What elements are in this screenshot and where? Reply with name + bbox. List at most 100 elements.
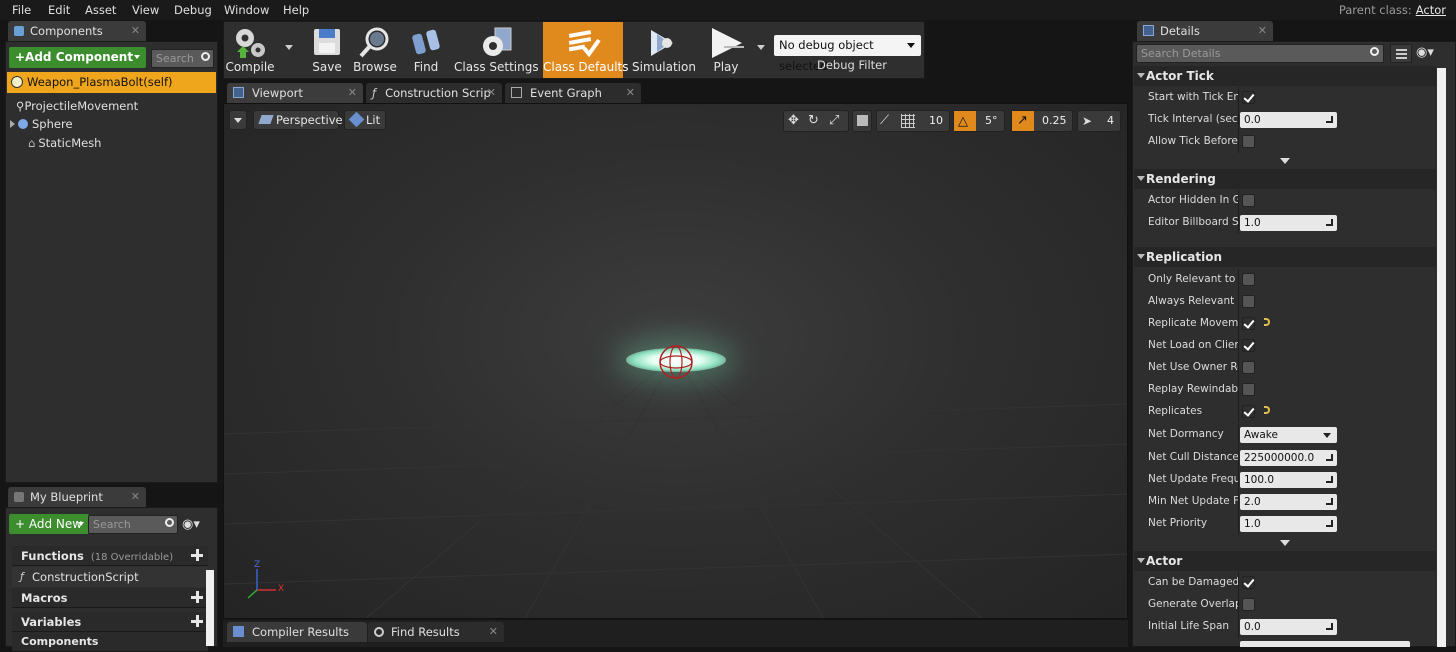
category-components[interactable]: Components — [12, 632, 208, 652]
number-field[interactable]: 2.0 — [1240, 494, 1337, 510]
save-button[interactable]: Save — [303, 22, 351, 78]
section-rendering[interactable]: Rendering — [1134, 169, 1436, 189]
tab-viewport[interactable]: Viewport ✕ — [227, 83, 363, 103]
blueprint-search-input[interactable]: Search — [88, 515, 178, 534]
debug-object-select[interactable]: No debug object selected — [774, 35, 921, 73]
tab-components[interactable]: Components ✕ — [8, 21, 146, 41]
play-options-chevron-icon[interactable] — [757, 45, 765, 50]
rotation-snap-value[interactable]: 5° — [985, 114, 998, 127]
parent-class-link[interactable]: Actor — [1416, 3, 1446, 17]
next-property-field[interactable] — [1240, 641, 1410, 647]
menu-window[interactable]: Window — [224, 3, 269, 17]
visibility-eye-icon[interactable]: ◉▾ — [182, 517, 200, 532]
scale-icon[interactable]: ⤢ — [829, 113, 839, 128]
menu-help[interactable]: Help — [283, 3, 309, 17]
checkbox[interactable] — [1242, 295, 1255, 308]
close-icon[interactable]: ✕ — [131, 487, 140, 507]
tab-find-results[interactable]: Find Results ✕ — [368, 622, 504, 642]
checkbox[interactable] — [1242, 598, 1255, 611]
number-field[interactable]: 1.0 — [1240, 516, 1337, 532]
component-item-projectilemovement[interactable]: ⚲ProjectileMovement — [16, 99, 138, 113]
simulation-button[interactable]: Simulation — [632, 22, 696, 78]
tab-compiler-results[interactable]: Compiler Results — [227, 622, 367, 642]
component-root-row[interactable]: Weapon_PlasmaBolt(self) — [7, 72, 216, 93]
rotate-icon[interactable]: ↻ — [808, 113, 819, 128]
close-icon[interactable]: ✕ — [131, 21, 140, 41]
add-new-button[interactable]: + Add New — [9, 514, 89, 534]
menu-file[interactable]: File — [12, 3, 31, 17]
tab-event-graph[interactable]: Event Graph ✕ — [505, 83, 641, 103]
dormancy-combo[interactable]: Awake — [1240, 427, 1337, 443]
menu-edit[interactable]: Edit — [48, 3, 70, 17]
play-button[interactable]: Play — [700, 22, 752, 78]
advanced-expander-icon[interactable] — [1280, 158, 1290, 164]
section-replication[interactable]: Replication — [1134, 247, 1436, 267]
reset-to-default-icon[interactable] — [1264, 318, 1270, 326]
close-icon[interactable]: ✕ — [487, 83, 496, 103]
advanced-expander-icon[interactable] — [1280, 540, 1290, 546]
number-field[interactable]: 225000000.0 — [1240, 450, 1337, 466]
close-icon[interactable]: ✕ — [489, 622, 498, 642]
compile-options-chevron-icon[interactable] — [285, 45, 293, 50]
checkbox[interactable] — [1242, 135, 1255, 148]
scale-snap-value[interactable]: 0.25 — [1042, 114, 1067, 127]
close-icon[interactable]: ✕ — [1258, 21, 1267, 41]
reset-to-default-icon[interactable] — [1264, 406, 1270, 414]
lit-button[interactable]: Lit — [344, 110, 386, 130]
find-button[interactable]: Find — [404, 22, 448, 78]
viewport-options-button[interactable] — [229, 110, 247, 130]
checkbox[interactable] — [1242, 361, 1255, 374]
components-search-input[interactable]: Search — [151, 49, 214, 68]
number-field[interactable]: 1.0 — [1240, 215, 1337, 231]
component-item-sphere[interactable]: Sphere — [10, 117, 73, 131]
number-field[interactable]: 0.0 — [1240, 619, 1337, 635]
tab-construction-script[interactable]: ƒ Construction Scrip ✕ — [366, 83, 502, 103]
close-icon[interactable]: ✕ — [348, 83, 357, 103]
checkbox[interactable] — [1242, 317, 1255, 330]
component-item-staticmesh[interactable]: ⌂ StaticMesh — [28, 136, 101, 150]
add-component-button[interactable]: +Add Component — [9, 47, 146, 68]
blueprint-scrollbar[interactable] — [206, 570, 214, 646]
checkbox[interactable] — [1242, 91, 1255, 104]
menu-asset[interactable]: Asset — [85, 3, 116, 17]
translate-icon[interactable]: ✥ — [788, 113, 799, 128]
add-macro-icon[interactable] — [190, 590, 204, 604]
compile-button[interactable]: Compile — [225, 22, 275, 78]
menu-debug[interactable]: Debug — [174, 3, 212, 17]
add-function-icon[interactable] — [190, 548, 204, 562]
browse-button[interactable]: Browse — [353, 22, 397, 78]
category-variables[interactable]: Variables — [12, 612, 208, 632]
checkbox[interactable] — [1242, 383, 1255, 396]
close-icon[interactable]: ✕ — [626, 83, 635, 103]
coordinate-space-button[interactable] — [852, 110, 872, 132]
viewport[interactable]: X Z — [223, 103, 1128, 619]
perspective-button[interactable]: Perspective — [253, 110, 343, 130]
add-variable-icon[interactable] — [190, 614, 204, 628]
details-search-input[interactable]: Search Details — [1136, 44, 1384, 63]
section-actor-tick[interactable]: Actor Tick — [1134, 66, 1436, 86]
expand-arrow-icon[interactable] — [10, 120, 15, 128]
details-scrollbar[interactable] — [1437, 68, 1446, 647]
number-field[interactable]: 100.0 — [1240, 472, 1337, 488]
category-functions[interactable]: Functions (18 Overridable) — [12, 546, 208, 566]
surface-snap-icon[interactable]: ⟋ — [880, 113, 889, 128]
tab-my-blueprint[interactable]: My Blueprint ✕ — [8, 487, 146, 507]
menu-view[interactable]: View — [132, 3, 159, 17]
class-settings-button[interactable]: Class Settings — [454, 22, 539, 78]
tab-details[interactable]: Details ✕ — [1137, 21, 1273, 41]
camera-speed-button[interactable]: ➤ 4 — [1077, 110, 1121, 132]
class-defaults-button[interactable]: Class Defaults — [543, 22, 628, 78]
category-macros[interactable]: Macros — [12, 588, 208, 608]
grid-snap-icon[interactable] — [901, 114, 915, 128]
grid-snap-value[interactable]: 10 — [929, 114, 943, 127]
visibility-eye-icon[interactable]: ◉▾ — [1416, 45, 1434, 60]
number-field[interactable]: 0.0 — [1240, 112, 1337, 128]
checkbox[interactable] — [1242, 194, 1255, 207]
property-matrix-button[interactable] — [1390, 44, 1412, 63]
section-actor[interactable]: Actor — [1134, 551, 1436, 571]
checkbox[interactable] — [1242, 576, 1255, 589]
checkbox[interactable] — [1242, 339, 1255, 352]
checkbox[interactable] — [1242, 273, 1255, 286]
function-item-constructionscript[interactable]: ƒ ConstructionScript — [12, 567, 208, 587]
checkbox[interactable] — [1242, 405, 1255, 418]
